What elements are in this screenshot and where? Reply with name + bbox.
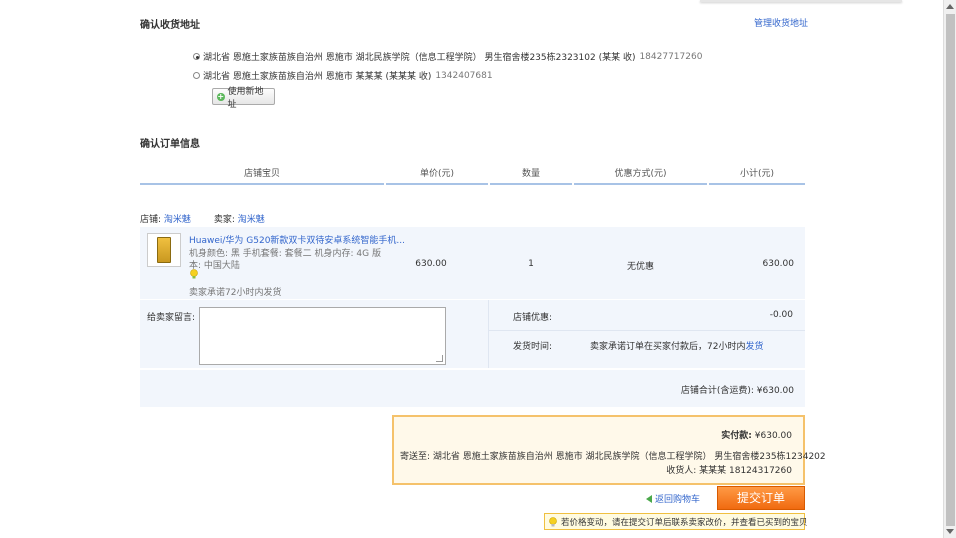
price-change-notice: 若价格变动，请在提交订单后联系卖家改价，并查看已买到的宝贝	[544, 513, 808, 530]
manage-address-link[interactable]: 管理收货地址	[754, 16, 808, 29]
shop-discount-label: 店铺优惠:	[513, 313, 553, 323]
col-header-discount: 优惠方式(元)	[614, 169, 667, 179]
col-line-discount	[574, 183, 707, 185]
ship-promise: 卖家承诺72小时内发货	[189, 288, 282, 298]
quantity: 1	[528, 259, 534, 269]
subtotal: 630.00	[762, 259, 795, 269]
address-option-2[interactable]: 湖北省 恩施土家族苗族自治州 恩施市 某某某 (某某某 收) 134240768…	[193, 69, 493, 82]
ship-time-link[interactable]: 发货	[745, 342, 763, 352]
shop-total-value: ¥630.00	[756, 386, 794, 396]
col-header-price: 单价(元)	[419, 169, 455, 179]
unit-price: 630.00	[415, 259, 447, 269]
product-title-link[interactable]: Huawei/华为 G520新款双卡双待安卓系统智能手机...	[189, 233, 405, 246]
back-arrow-icon	[646, 494, 652, 503]
ship-time-label: 发货时间:	[513, 342, 553, 352]
ship-to-label: 寄送至:	[400, 452, 431, 462]
scroll-down-button[interactable]	[946, 529, 954, 534]
top-dropdown-edge	[700, 0, 902, 2]
receiver: 收货人: 某某某 18124317260	[600, 463, 792, 476]
paid-value: ¥630.00	[754, 431, 792, 441]
paid-label: 实付款:	[721, 431, 752, 441]
address-phone-1: 18427717260	[639, 51, 703, 62]
col-line-price	[386, 183, 488, 185]
resize-grip[interactable]	[436, 355, 443, 362]
scrollbar-thumb[interactable]	[946, 14, 955, 526]
shop-info: 店铺: 淘米魅 卖家: 淘米魅	[140, 212, 265, 225]
address-radio-1[interactable]	[193, 53, 200, 60]
product-thumbnail[interactable]	[147, 233, 181, 267]
use-new-address-label: 使用新地址	[227, 86, 264, 110]
address-section-title: 确认收货地址	[140, 20, 200, 31]
divider-vertical	[488, 300, 489, 368]
address-option-1[interactable]: 湖北省 恩施土家族苗族自治州 恩施市 湖北民族学院（信息工程学院） 男生宿舍楼2…	[193, 50, 702, 63]
use-new-address-button[interactable]: + 使用新地址	[212, 87, 275, 110]
shop-total: 店铺合计(含运费): ¥630.00	[600, 383, 794, 396]
plus-icon: +	[217, 91, 225, 101]
col-header-item: 店铺宝贝	[243, 169, 280, 179]
address-text-2: 湖北省 恩施土家族苗族自治州 恩施市 某某某 (某某某 收)	[203, 72, 432, 82]
ship-time-text: 卖家承诺订单在买家付款后，72小时内	[590, 342, 746, 352]
submit-order-button[interactable]: 提交订单	[717, 486, 805, 510]
seller-name-link[interactable]: 淘米魅	[238, 215, 265, 225]
ship-time-info: 卖家承诺订单在买家付款后，72小时内发货	[590, 339, 763, 352]
ship-to: 寄送至: 湖北省 恩施土家族苗族自治州 恩施市 湖北民族学院（信息工程学院） 男…	[400, 449, 826, 462]
shop-total-label: 店铺合计(含运费):	[680, 386, 754, 396]
shop-discount-value: -0.00	[769, 310, 793, 320]
scroll-up-button[interactable]	[946, 4, 954, 9]
notice-text: 若价格变动，请在提交订单后联系卖家改价，并查看已买到的宝贝	[561, 517, 808, 528]
back-to-cart-link[interactable]: 返回购物车	[646, 492, 700, 505]
bulb-icon	[190, 269, 198, 279]
back-to-cart-label[interactable]: 返回购物车	[655, 492, 700, 505]
receiver-text: 某某某 18124317260	[699, 466, 792, 476]
address-radio-2[interactable]	[193, 72, 200, 79]
message-textarea[interactable]	[199, 307, 446, 365]
message-label: 给卖家留言:	[147, 313, 196, 323]
divider-horizontal	[489, 330, 805, 331]
col-line-qty	[490, 183, 572, 185]
col-header-qty: 数量	[521, 169, 540, 179]
col-header-subtotal: 小计(元)	[739, 169, 775, 179]
receiver-label: 收货人:	[666, 466, 697, 476]
address-text-1: 湖北省 恩施土家族苗族自治州 恩施市 湖北民族学院（信息工程学院） 男生宿舍楼2…	[203, 53, 636, 63]
discount-method: 无优惠	[626, 262, 654, 272]
order-section-title: 确认订单信息	[140, 139, 200, 150]
phone-image	[157, 237, 171, 263]
paid-amount: 实付款: ¥630.00	[600, 428, 792, 441]
vertical-scrollbar[interactable]	[943, 0, 956, 538]
ship-to-text: 湖北省 恩施土家族苗族自治州 恩施市 湖北民族学院（信息工程学院） 男生宿舍楼2…	[432, 452, 826, 462]
notice-bulb-icon	[549, 516, 557, 526]
col-line-subtotal	[709, 183, 805, 185]
seller-label: 卖家:	[213, 215, 235, 225]
col-line-item	[140, 183, 384, 185]
shop-name-link[interactable]: 淘米魅	[164, 215, 191, 225]
address-phone-2: 1342407681	[435, 70, 493, 81]
shop-label: 店铺:	[140, 215, 162, 225]
